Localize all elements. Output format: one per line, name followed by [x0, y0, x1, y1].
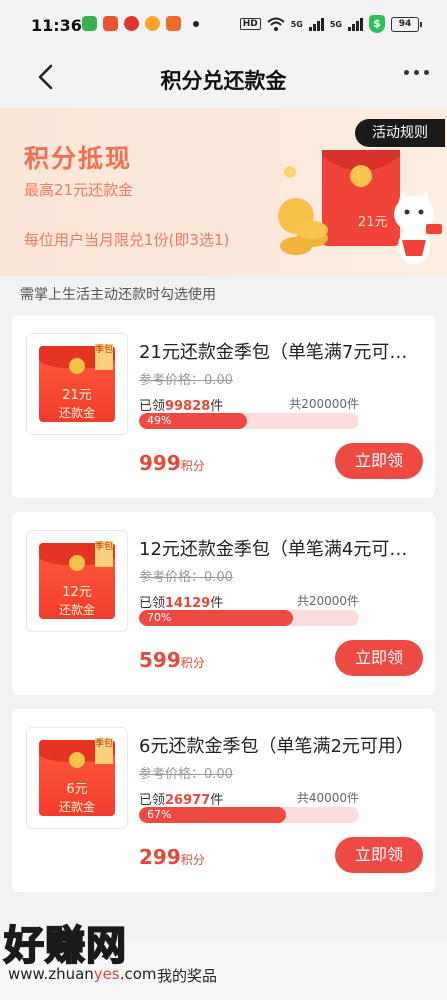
signal-icon-2 [348, 17, 363, 31]
claim-progress-bar: 67% [139, 807, 359, 823]
flower-icon [145, 16, 160, 31]
package-tag: 季包 [95, 738, 113, 764]
weibo-icon [124, 16, 139, 31]
reference-price: 参考价格：0.00 [139, 570, 233, 585]
message-icon [82, 16, 97, 31]
page-title: 积分兑还款金 [160, 69, 287, 93]
coin-icon [69, 752, 85, 768]
hd-icon: HD [239, 18, 261, 30]
thumb-label: 还款金 [58, 603, 95, 617]
product-title: 12元还款金季包（单笔满4元可用） [139, 539, 419, 560]
product-thumbnail: 季包 12元 还款金 [26, 530, 128, 632]
product-title: 6元还款金季包（单笔满2元可用） [139, 736, 414, 757]
status-bar: 11:36 HD 5G 5G $ 94 [0, 0, 447, 52]
total-stock: 共40000件 [296, 791, 359, 805]
claimed-count: 已领99828件 [139, 399, 224, 414]
claimed-count: 已领26977件 [139, 793, 224, 808]
thumb-amount: 6元 [66, 782, 88, 797]
claim-progress-bar: 70% [139, 610, 359, 626]
signal-icon-1 [308, 17, 324, 31]
my-prizes-link[interactable]: 我的奖品 [157, 965, 217, 986]
product-card: 季包 12元 还款金 12元还款金季包（单笔满4元可用） 参考价格：0.00 已… [12, 512, 435, 695]
activity-rules-button[interactable]: 活动规则 [355, 119, 445, 147]
product-card: 季包 6元 还款金 6元还款金季包（单笔满2元可用） 参考价格：0.00 已领2… [12, 709, 435, 892]
total-stock: 共20000件 [296, 594, 359, 608]
product-card: 季包 21元 还款金 21元还款金季包（单笔满7元可用） 参考价格：0.00 已… [12, 315, 435, 498]
network-label-1: 5G [290, 19, 303, 29]
package-tag: 季包 [95, 344, 113, 370]
watermark-url: www.zhuanyes.com [8, 965, 157, 983]
claim-button[interactable]: 立即领 [335, 837, 423, 873]
app-icon [103, 16, 118, 31]
art-amount: 21元 [358, 215, 388, 230]
claimed-count: 已领14129件 [139, 596, 224, 611]
claim-button[interactable]: 立即领 [335, 640, 423, 676]
thumb-amount: 21元 [62, 388, 92, 403]
notification-icons [82, 16, 199, 31]
usage-hint: 需掌上生活主动还款时勾选使用 [20, 287, 216, 303]
thumb-label: 还款金 [58, 406, 95, 420]
product-title: 21元还款金季包（单笔满7元可用） [139, 342, 419, 363]
status-right: HD 5G 5G $ 94 [239, 15, 422, 33]
coin-icon [69, 358, 85, 374]
promo-banner: 积分抵现 最高21元还款金 每位用户当月限兑1份(即3选1) 活动规则 21元 [0, 108, 447, 276]
banner-limit: 每位用户当月限兑1份(即3选1) [24, 231, 230, 249]
more-notifications-icon [193, 21, 199, 27]
red-envelope-illustration: 21元 [278, 150, 442, 264]
package-tag: 季包 [95, 541, 113, 567]
points-price: 599积分 [139, 648, 205, 672]
watermark-logo: 好赚网 [3, 922, 127, 970]
thumb-amount: 12元 [62, 585, 92, 600]
points-price: 999积分 [139, 451, 205, 475]
progress-percent: 67% [147, 808, 172, 821]
security-icon: $ [369, 15, 385, 33]
reference-price: 参考价格：0.00 [139, 767, 233, 782]
claim-progress-bar: 49% [139, 413, 359, 429]
coin-icon [69, 555, 85, 571]
thumb-label: 还款金 [58, 800, 95, 814]
points-price: 299积分 [139, 845, 205, 869]
product-thumbnail: 季包 21元 还款金 [26, 333, 128, 435]
shop-icon [166, 16, 181, 31]
banner-title: 积分抵现 [24, 144, 133, 173]
reference-price: 参考价格：0.00 [139, 373, 233, 388]
progress-percent: 70% [147, 611, 172, 624]
nav-bar: 积分兑还款金 [0, 52, 447, 108]
product-thumbnail: 季包 6元 还款金 [26, 727, 128, 829]
banner-subtitle: 最高21元还款金 [24, 181, 134, 199]
claim-button[interactable]: 立即领 [335, 443, 423, 479]
wifi-icon [267, 17, 285, 31]
battery-icon: 94 [391, 16, 422, 32]
progress-percent: 49% [147, 414, 172, 427]
status-time: 11:36 [31, 16, 82, 35]
network-label-2: 5G [329, 19, 342, 29]
total-stock: 共200000件 [289, 397, 359, 411]
more-options-icon[interactable] [404, 70, 429, 75]
